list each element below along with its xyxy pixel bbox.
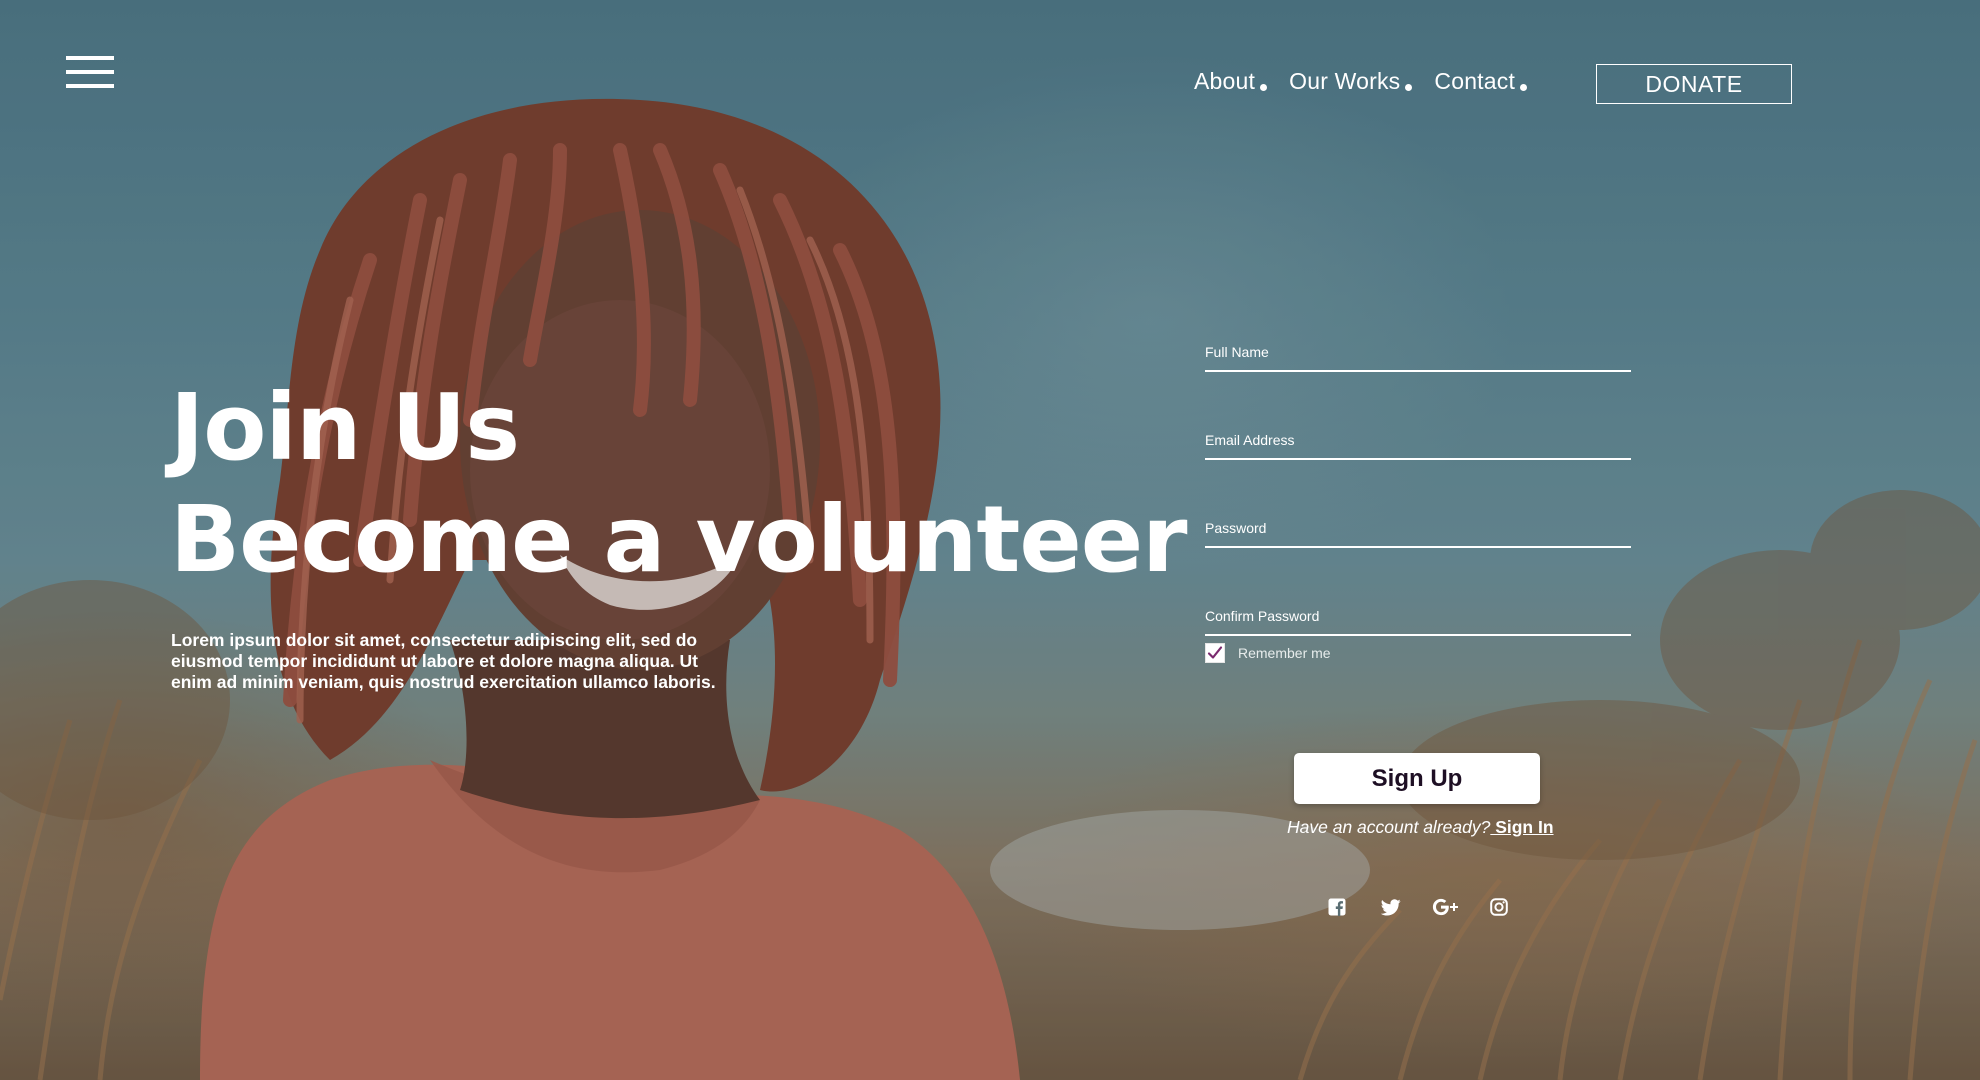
password-field-wrapper	[1205, 506, 1631, 548]
full-name-input[interactable]	[1205, 334, 1631, 370]
nav-link-label: Our Works	[1289, 68, 1401, 94]
email-field-wrapper	[1205, 418, 1631, 460]
google-plus-icon	[1432, 898, 1458, 916]
google-plus-icon[interactable]	[1432, 896, 1460, 918]
hero-description: Lorem ipsum dolor sit amet, consectetur …	[171, 630, 716, 692]
nav-link-label: About	[1194, 68, 1256, 94]
nav-link-about[interactable]: About	[1194, 68, 1269, 95]
instagram-icon[interactable]	[1488, 896, 1510, 918]
password-input[interactable]	[1205, 510, 1631, 546]
remember-me-checkbox[interactable]	[1205, 643, 1225, 663]
remember-me-label: Remember me	[1238, 645, 1331, 661]
have-account-text: Have an account already?	[1287, 817, 1491, 837]
full-name-field-wrapper	[1205, 330, 1631, 372]
twitter-icon	[1381, 898, 1401, 915]
twitter-icon[interactable]	[1380, 896, 1402, 918]
main-nav: About Our Works Contact	[1194, 68, 1549, 95]
nav-link-contact[interactable]: Contact	[1434, 68, 1529, 95]
nav-dot	[1520, 84, 1528, 91]
sign-in-prompt: Have an account already? Sign In	[1287, 817, 1554, 838]
menu-bar	[66, 56, 114, 60]
landing-page: About Our Works Contact DONATE Join Us B…	[0, 0, 1980, 1080]
menu-bar	[66, 84, 114, 88]
social-links	[1326, 896, 1510, 918]
hero-title: Join Us Become a volunteer	[170, 372, 1188, 596]
facebook-icon	[1328, 898, 1346, 916]
signup-form	[1205, 330, 1631, 682]
nav-link-our-works[interactable]: Our Works	[1289, 68, 1414, 95]
instagram-icon	[1490, 898, 1508, 916]
confirm-password-field-wrapper	[1205, 594, 1631, 636]
remember-me: Remember me	[1205, 643, 1331, 663]
sign-in-link[interactable]: Sign In	[1490, 817, 1553, 837]
hero-title-line1: Join Us	[170, 374, 520, 481]
confirm-password-input[interactable]	[1205, 598, 1631, 634]
email-input[interactable]	[1205, 422, 1631, 458]
nav-dot	[1260, 84, 1268, 91]
checkmark-icon	[1207, 646, 1223, 659]
nav-link-label: Contact	[1434, 68, 1516, 94]
nav-dot	[1405, 84, 1413, 91]
facebook-icon[interactable]	[1326, 896, 1348, 918]
menu-bar	[66, 70, 114, 74]
hero-title-line2: Become a volunteer	[170, 486, 1188, 593]
donate-button[interactable]: DONATE	[1596, 64, 1792, 104]
hamburger-menu-icon[interactable]	[66, 56, 116, 92]
sign-up-button[interactable]: Sign Up	[1294, 753, 1540, 804]
